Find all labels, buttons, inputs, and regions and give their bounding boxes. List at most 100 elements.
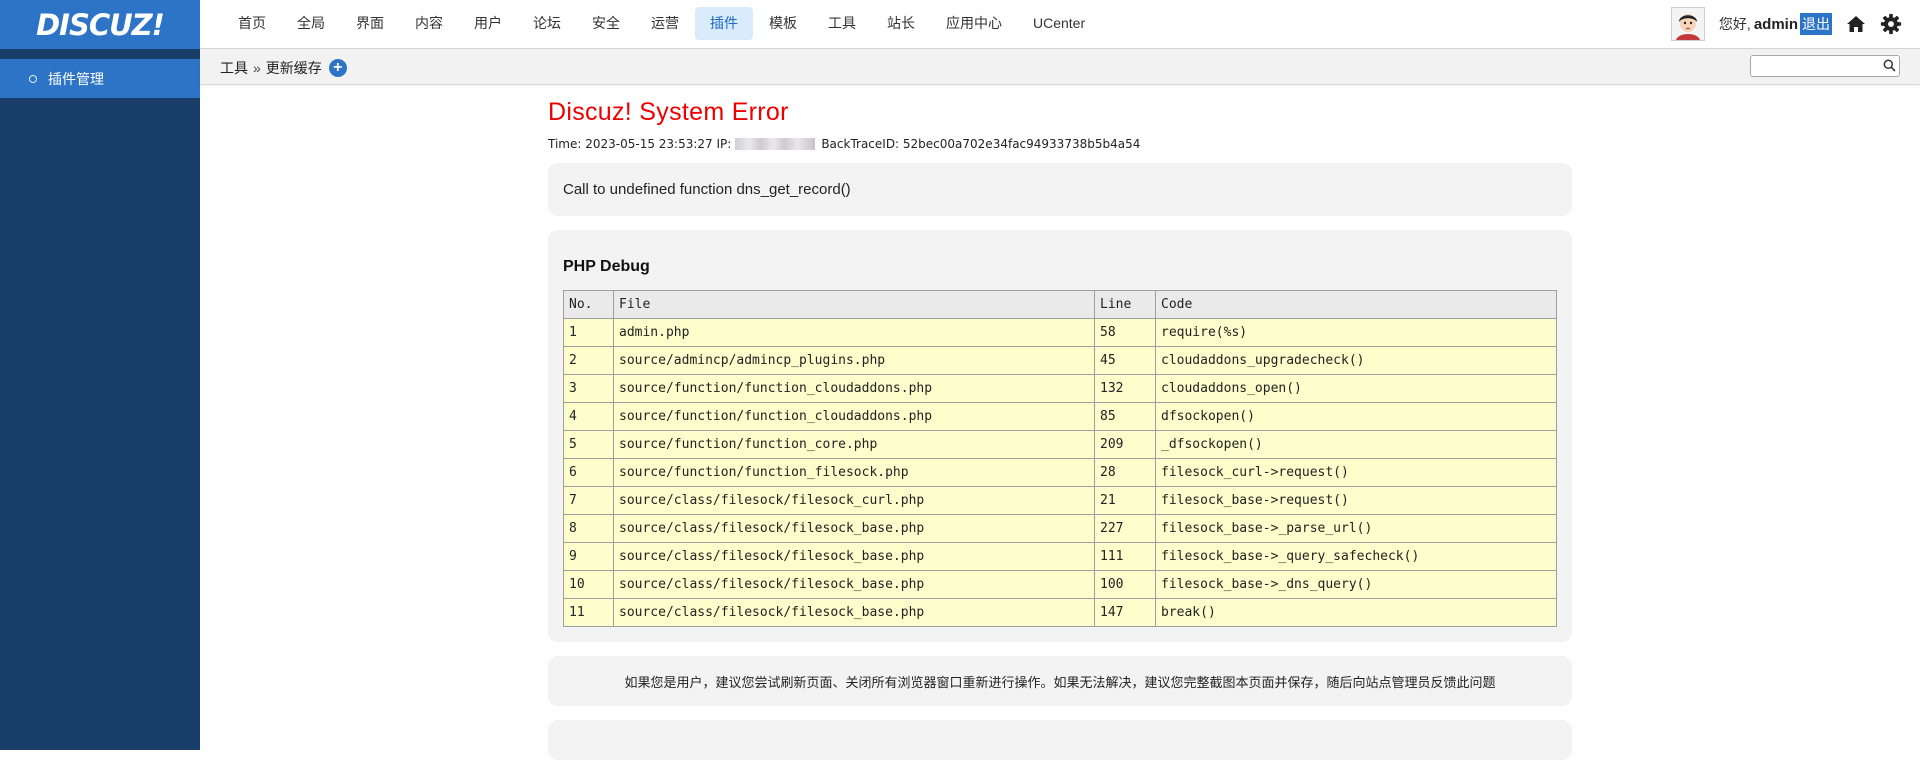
cell-line: 100 [1094,570,1156,599]
nav-item-users[interactable]: 用户 [459,7,517,40]
search-input[interactable] [1751,57,1881,75]
cell-no: 5 [563,430,614,459]
nav-item-forum[interactable]: 论坛 [518,7,576,40]
column-header-line: Line [1094,290,1156,319]
cell-no: 2 [563,346,614,375]
sidebar: DISCUZ! 插件管理 [0,0,200,750]
table-row: 4 source/function/function_cloudaddons.ph… [563,402,1557,431]
table-row: 8 source/class/filesock/filesock_base.php… [563,514,1557,543]
cell-no: 1 [563,318,614,347]
add-shortcut-button[interactable]: + [328,59,347,77]
cell-file: source/class/filesock/filesock_curl.php [613,486,1095,515]
nav-item-security[interactable]: 安全 [577,7,635,40]
nav-item-tools[interactable]: 工具 [813,7,871,40]
column-header-no: No. [563,290,614,319]
table-row: 6 source/function/function_filesock.php 28… [563,458,1557,487]
user-area: 您好, admin 退出 [1670,6,1902,42]
table-row: 1 admin.php 58 require(%s) [563,318,1557,347]
cell-file: source/function/function_cloudaddons.php [613,374,1095,403]
cell-file: admin.php [613,318,1095,347]
error-time: Time: 2023-05-15 23:53:27 IP: [548,137,732,151]
nav-item-templates[interactable]: 模板 [754,7,812,40]
cell-line: 28 [1094,458,1156,487]
search-box [1750,55,1900,77]
cell-code: cloudaddons_upgradecheck() [1155,346,1557,375]
nav-item-webmaster[interactable]: 站长 [872,7,930,40]
cell-no: 8 [563,514,614,543]
table-row: 5 source/function/function_core.php 209 _df… [563,430,1557,459]
nav-item-home[interactable]: 首页 [223,7,281,40]
breadcrumb-item-tools[interactable]: 工具 [220,58,248,78]
cell-code: break() [1155,598,1557,627]
greeting-text: 您好, [1718,16,1751,32]
cell-no: 10 [563,570,614,599]
cell-file: source/class/filesock/filesock_base.php [613,542,1095,571]
sidebar-item-plugin-management[interactable]: 插件管理 [0,59,200,98]
cell-code: filesock_base->_query_safecheck() [1155,542,1557,571]
nav-item-operations[interactable]: 运营 [636,7,694,40]
column-header-file: File [613,290,1095,319]
table-row: 2 source/admincp/admincp_plugins.php 45 clo… [563,346,1557,375]
cell-no: 6 [563,458,614,487]
cell-no: 11 [563,598,614,627]
user-notice-box: 如果您是用户，建议您尝试刷新页面、关闭所有浏览器窗口重新进行操作。如果无法解决，… [548,656,1572,706]
nav-item-interface[interactable]: 界面 [341,7,399,40]
error-message-box: Call to undefined function dns_get_recor… [548,163,1572,216]
cell-file: source/admincp/admincp_plugins.php [613,346,1095,375]
cell-line: 147 [1094,598,1156,627]
username[interactable]: admin [1754,16,1798,33]
php-debug-panel: PHP Debug No. File Line Code 1 admin.php 5… [548,230,1572,642]
search-icon[interactable] [1883,59,1896,77]
footer-box [548,720,1572,760]
error-meta: Time: 2023-05-15 23:53:27 IP: BackTraceI… [548,137,1572,151]
error-message: Call to undefined function dns_get_recor… [563,181,851,198]
logout-button[interactable]: 退出 [1800,13,1832,35]
error-title: Discuz! System Error [548,98,789,126]
main-nav: 首页 全局 界面 内容 用户 论坛 安全 运营 插件 模板 工具 站长 应用中心… [223,7,1101,40]
cell-code: dfsockopen() [1155,402,1557,431]
cell-code: filesock_curl->request() [1155,458,1557,487]
backtrace-id: BackTraceID: 52bec00a702e34fac94933738b5… [821,137,1141,151]
breadcrumb-separator: » [253,60,261,76]
cell-line: 132 [1094,374,1156,403]
cell-file: source/function/function_filesock.php [613,458,1095,487]
cell-line: 21 [1094,486,1156,515]
sidebar-menu: 插件管理 [0,59,200,98]
cell-code: cloudaddons_open() [1155,374,1557,403]
table-row: 7 source/class/filesock/filesock_curl.php… [563,486,1557,515]
cell-no: 9 [563,542,614,571]
nav-item-global[interactable]: 全局 [282,7,340,40]
logo[interactable]: DISCUZ! [36,8,165,42]
top-navigation-bar: 首页 全局 界面 内容 用户 论坛 安全 运营 插件 模板 工具 站长 应用中心… [200,0,1920,49]
table-row: 10 source/class/filesock/filesock_base.ph… [563,570,1557,599]
cell-code: filesock_base->_parse_url() [1155,514,1557,543]
cell-file: source/function/function_core.php [613,430,1095,459]
cell-code: require(%s) [1155,318,1557,347]
cell-no: 4 [563,402,614,431]
breadcrumb: 工具 » 更新缓存 + [220,58,347,78]
nav-item-app-center[interactable]: 应用中心 [931,7,1017,40]
avatar[interactable] [1670,7,1705,41]
nav-item-plugins[interactable]: 插件 [695,7,753,40]
cell-code: filesock_base->_dns_query() [1155,570,1557,599]
cell-no: 7 [563,486,614,515]
breadcrumb-item-update-cache: 更新缓存 [265,60,322,76]
cell-line: 227 [1094,514,1156,543]
cell-no: 3 [563,374,614,403]
home-icon[interactable] [1846,14,1866,34]
gear-icon[interactable] [1880,13,1902,35]
bullet-icon [29,74,37,83]
column-header-code: Code [1155,290,1557,319]
redacted-ip [735,138,816,150]
cell-file: source/function/function_cloudaddons.php [613,402,1095,431]
nav-item-ucenter[interactable]: UCenter [1018,7,1100,40]
cell-code: filesock_base->request() [1155,486,1557,515]
nav-item-content[interactable]: 内容 [400,7,458,40]
cell-line: 111 [1094,542,1156,571]
cell-file: source/class/filesock/filesock_base.php [613,570,1095,599]
table-row: 9 source/class/filesock/filesock_base.php… [563,542,1557,571]
debug-title: PHP Debug [563,258,650,275]
cell-file: source/class/filesock/filesock_base.php [613,514,1095,543]
table-row: 11 source/class/filesock/filesock_base.ph… [563,598,1557,627]
logo-container[interactable]: DISCUZ! [0,0,200,49]
